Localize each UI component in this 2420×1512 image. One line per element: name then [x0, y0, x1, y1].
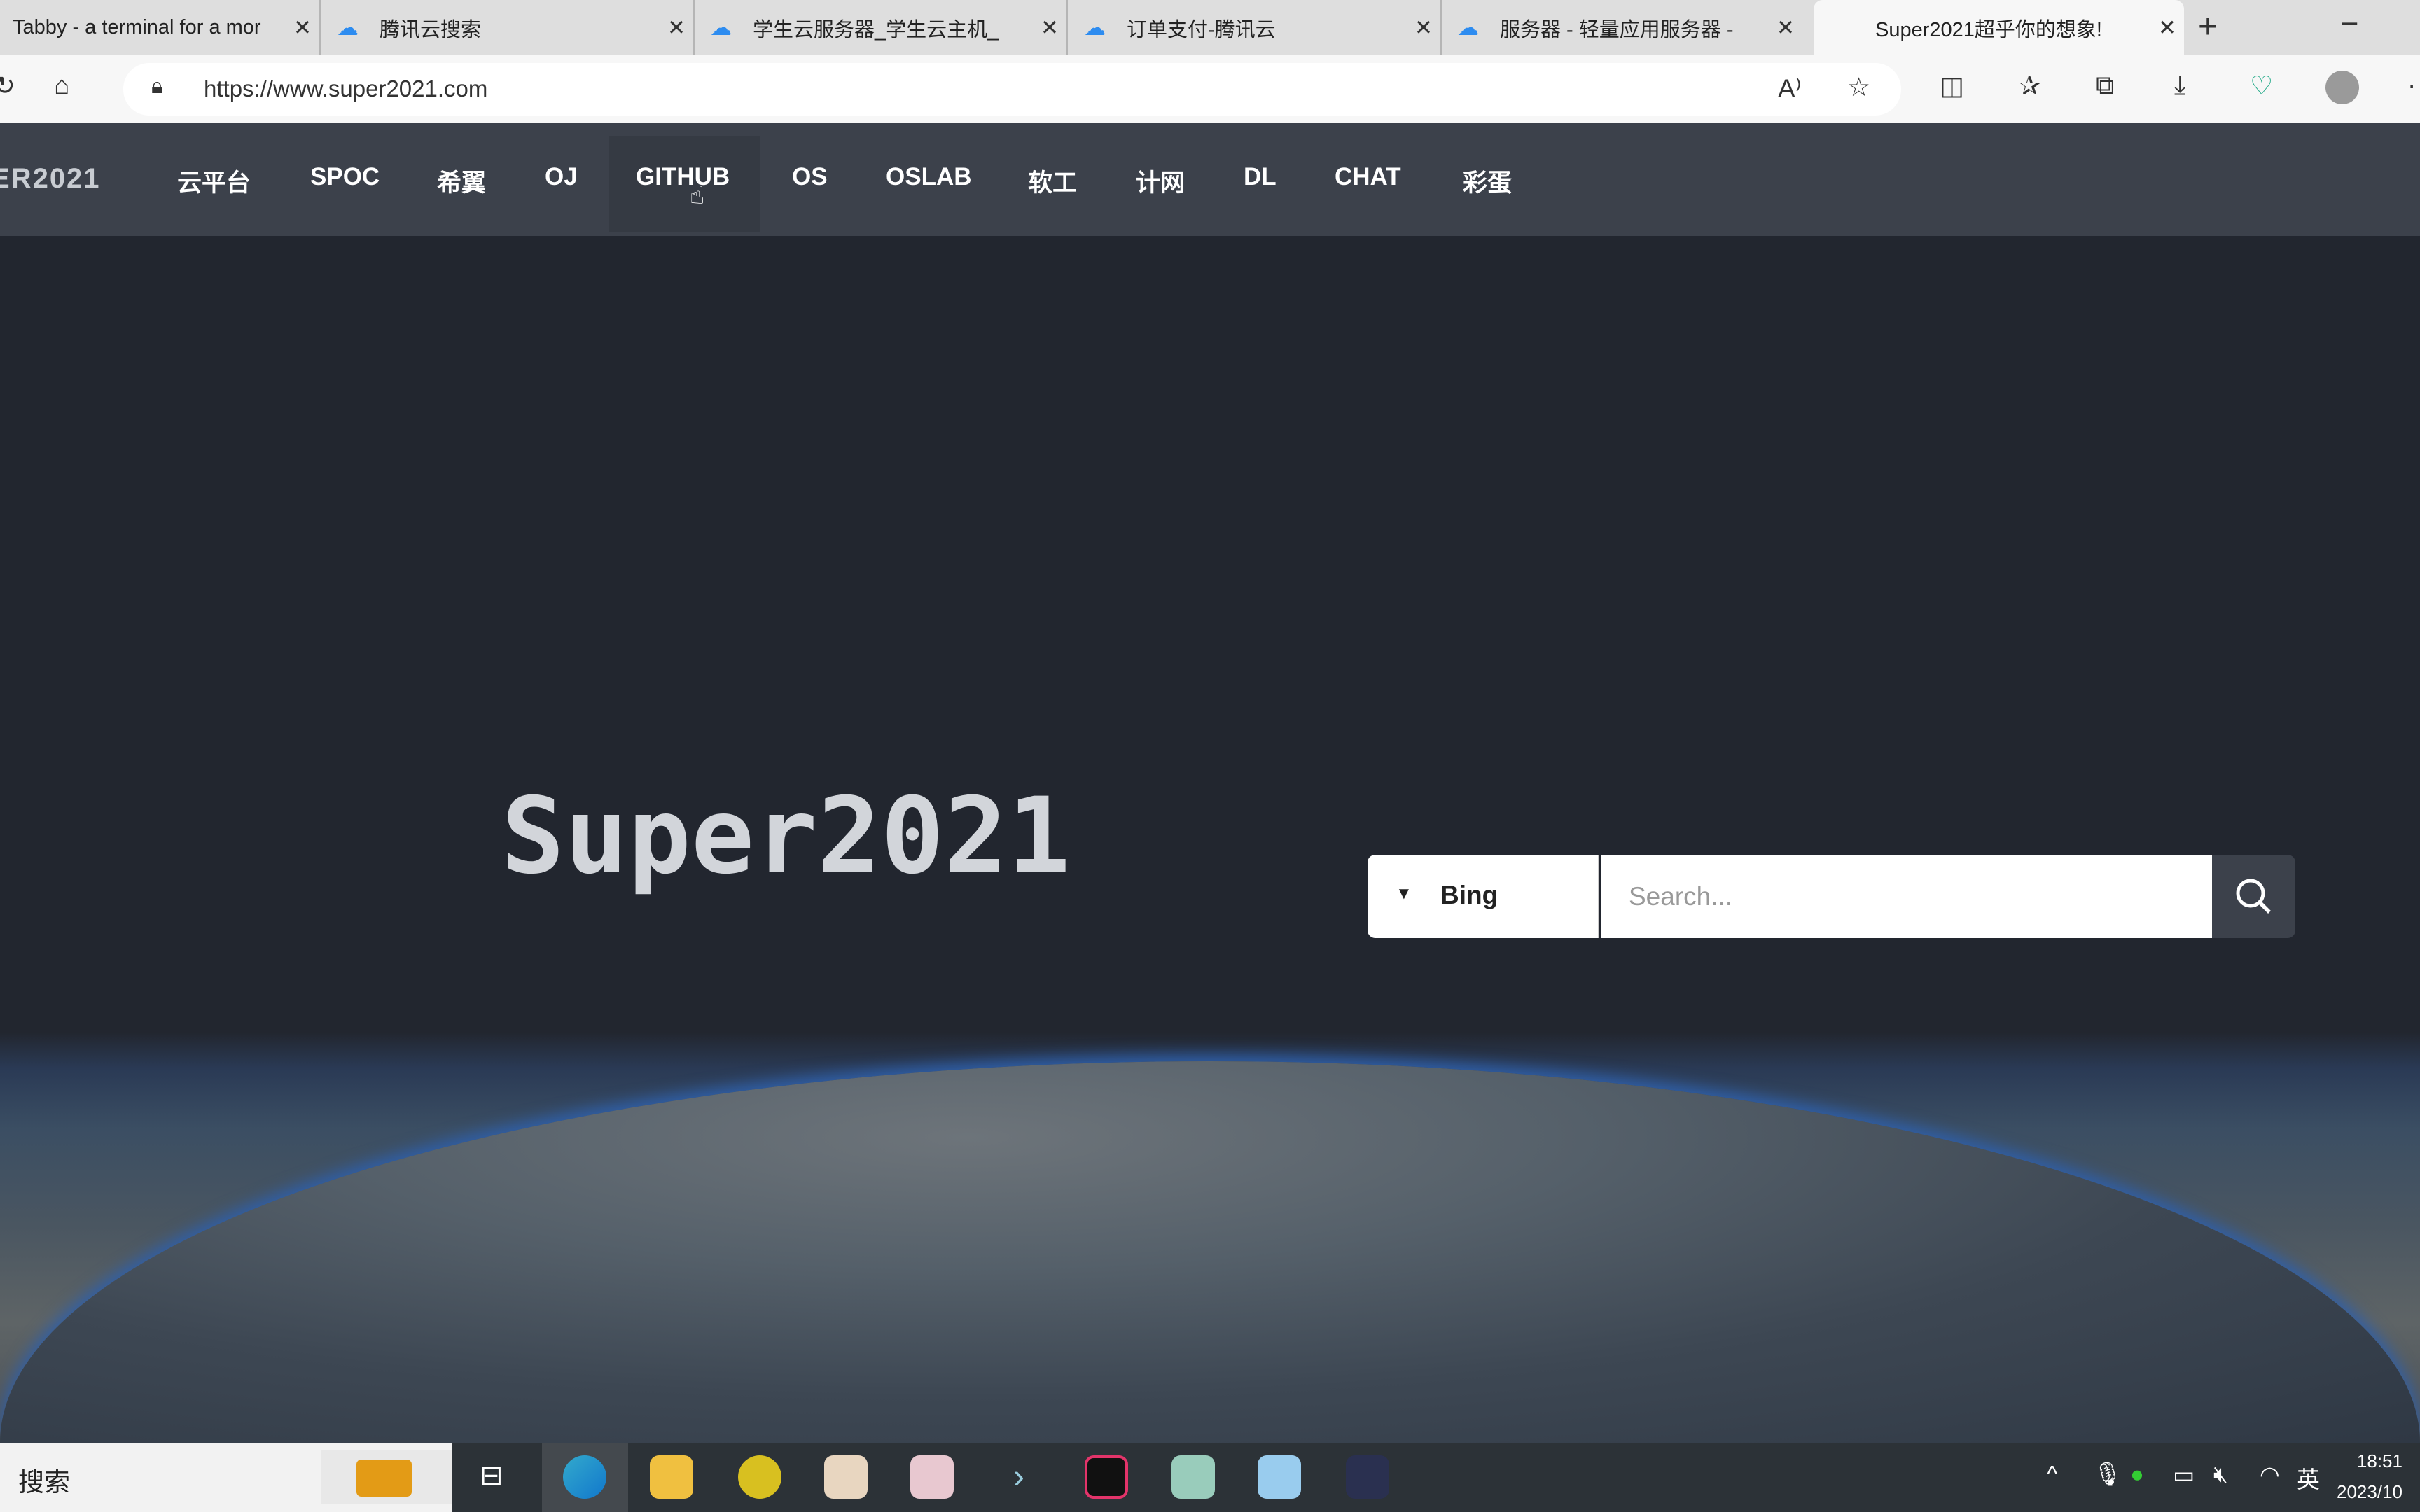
screen: Tabby - a terminal for a mor ✕ ☁ 腾讯云搜索 ✕ ☁ 学…	[0, 0, 2420, 1512]
clock-time: 18:51	[2356, 1450, 2402, 1471]
address-toolbar: ↻ ⌂ 🔒︎ https://www.super2021.com A⁾ ☆ ◫ …	[0, 55, 2420, 123]
tab-label: Tabby - a terminal for a mor	[13, 16, 261, 38]
tab-lighthouse-server[interactable]: ☁ 服务器 - 轻量应用服务器 - ✕	[1445, 0, 1802, 55]
app-icon[interactable]	[738, 1455, 781, 1499]
tab-label: 学生云服务器_学生云主机_	[753, 18, 999, 41]
nav-easter-egg[interactable]: 彩蛋	[1463, 163, 1512, 199]
close-icon[interactable]: ✕	[660, 15, 693, 41]
search-button[interactable]	[2212, 855, 2295, 938]
hand-cursor-icon: ☝	[690, 182, 705, 209]
clock-date: 2023/10	[2337, 1481, 2402, 1502]
read-aloud-icon[interactable]: A⁾	[1778, 74, 1802, 104]
close-icon[interactable]: ✕	[286, 15, 319, 41]
powershell-icon[interactable]: ›	[997, 1455, 1041, 1499]
favorite-star-icon[interactable]: ☆	[1847, 72, 1870, 102]
nav-oj[interactable]: OJ	[545, 163, 578, 191]
close-icon[interactable]: ✕	[1769, 15, 1802, 41]
windows-taskbar: 搜索 ⊟ › ^ 🎙︎ ● ▭ 🔇︎ ◠ 英 18:51 2023/10	[0, 1443, 2420, 1512]
search-highlight-image	[321, 1450, 452, 1504]
profile-avatar[interactable]	[2325, 71, 2359, 104]
battery-icon[interactable]: ▭	[2173, 1461, 2195, 1488]
anime-app-icon[interactable]	[1258, 1455, 1301, 1499]
tab-label: 订单支付-腾讯云	[1127, 18, 1276, 41]
edge-icon[interactable]	[563, 1455, 606, 1499]
nav-xiyi[interactable]: 希翼	[437, 163, 486, 199]
nav-github[interactable]: GITHUB	[636, 163, 730, 191]
favorites-icon[interactable]: ✰	[2019, 71, 2040, 101]
tab-label: Super2021超乎你的想象!	[1875, 18, 2102, 41]
tab-order-payment[interactable]: ☁ 订单支付-腾讯云 ✕	[1071, 0, 1442, 55]
close-icon[interactable]: ✕	[1407, 15, 1440, 41]
tab-student-server[interactable]: ☁ 学生云服务器_学生云主机_ ✕	[697, 0, 1068, 55]
game-icon[interactable]	[910, 1455, 954, 1499]
lock-icon[interactable]: 🔒︎	[151, 74, 163, 99]
task-view-icon[interactable]: ⊟	[480, 1460, 503, 1492]
collections-icon[interactable]: ⧉	[2096, 71, 2114, 101]
tencent-cloud-icon: ☁	[710, 15, 732, 40]
refresh-icon[interactable]: ↻	[0, 71, 15, 101]
tab-tabby[interactable]: Tabby - a terminal for a mor ✕	[0, 0, 321, 55]
nav-oslab[interactable]: OSLAB	[886, 163, 972, 191]
ime-indicator[interactable]: 英	[2297, 1461, 2320, 1494]
nav-spoc[interactable]: SPOC	[310, 163, 380, 191]
speaker-muted-icon[interactable]: 🔇︎	[2213, 1461, 2228, 1488]
nav-computer-networks[interactable]: 计网	[1136, 163, 1185, 199]
tab-tencent-search[interactable]: ☁ 腾讯云搜索 ✕	[324, 0, 695, 55]
search-engine-label: Bing	[1440, 881, 1498, 909]
more-icon[interactable]: ·	[2407, 71, 2416, 100]
earth-background-image	[0, 1061, 2420, 1443]
clock[interactable]: 18:51 2023/10	[2337, 1446, 2402, 1507]
search-icon	[2236, 878, 2271, 913]
notepad-icon[interactable]	[1171, 1455, 1215, 1499]
new-tab-button[interactable]: +	[2198, 8, 2218, 46]
hero-section: Super2021 ▼ Bing	[0, 236, 2420, 1443]
tab-label: 服务器 - 轻量应用服务器 -	[1500, 18, 1734, 41]
browser-essentials-icon[interactable]: ♡	[2250, 71, 2273, 101]
nav-dl[interactable]: DL	[1244, 163, 1277, 191]
taskbar-search-label: 搜索	[18, 1468, 70, 1497]
address-bar[interactable]: 🔒︎ https://www.super2021.com A⁾ ☆	[123, 63, 1901, 115]
tencent-cloud-icon: ☁	[337, 15, 359, 40]
search-box: ▼ Bing	[1368, 855, 2295, 938]
split-screen-icon[interactable]: ◫	[1940, 71, 1964, 101]
site-logo[interactable]: ER2021	[0, 163, 101, 195]
hero-title: Super2021	[501, 776, 1071, 897]
nav-software-engineering[interactable]: 软工	[1028, 163, 1077, 199]
caret-down-icon: ▼	[1396, 884, 1412, 903]
tencent-cloud-icon: ☁	[1457, 15, 1479, 40]
wechat-icon[interactable]: ●	[2130, 1461, 2144, 1488]
tab-label: 腾讯云搜索	[380, 18, 482, 41]
close-icon[interactable]: ✕	[1033, 15, 1066, 41]
intellij-icon[interactable]	[1085, 1455, 1128, 1499]
microphone-icon[interactable]: 🎙︎	[2093, 1461, 2122, 1488]
show-hidden-icons[interactable]: ^	[2047, 1461, 2058, 1488]
close-icon[interactable]: ✕	[2150, 15, 2184, 41]
taskbar-search[interactable]: 搜索	[0, 1443, 452, 1512]
briefcase-icon	[356, 1460, 412, 1497]
nav-os[interactable]: OS	[792, 163, 828, 191]
tencent-cloud-icon: ☁	[1084, 15, 1106, 40]
nav-chat[interactable]: CHAT	[1335, 163, 1401, 191]
tab-super2021[interactable]: Super2021超乎你的想象! ✕	[1814, 0, 2184, 55]
search-engine-dropdown[interactable]: ▼ Bing	[1368, 855, 1599, 938]
tab-strip: Tabby - a terminal for a mor ✕ ☁ 腾讯云搜索 ✕ ☁ 学…	[0, 0, 2420, 55]
terminal-app-icon[interactable]	[1346, 1455, 1389, 1499]
url-text[interactable]: https://www.super2021.com	[204, 76, 487, 102]
site-navbar: ER2021 云平台 SPOC 希翼 OJ GITHUB OS OSLAB 软工…	[0, 123, 2420, 236]
search-input[interactable]	[1601, 855, 2212, 938]
nav-cloud-platform[interactable]: 云平台	[177, 163, 251, 199]
home-icon[interactable]: ⌂	[54, 71, 69, 100]
downloads-icon[interactable]: ⤓	[2174, 71, 2185, 101]
minimize-button[interactable]: –	[2342, 6, 2357, 38]
file-explorer-icon[interactable]	[650, 1455, 693, 1499]
wifi-icon[interactable]: ◠	[2260, 1461, 2280, 1488]
game-icon[interactable]	[824, 1455, 868, 1499]
